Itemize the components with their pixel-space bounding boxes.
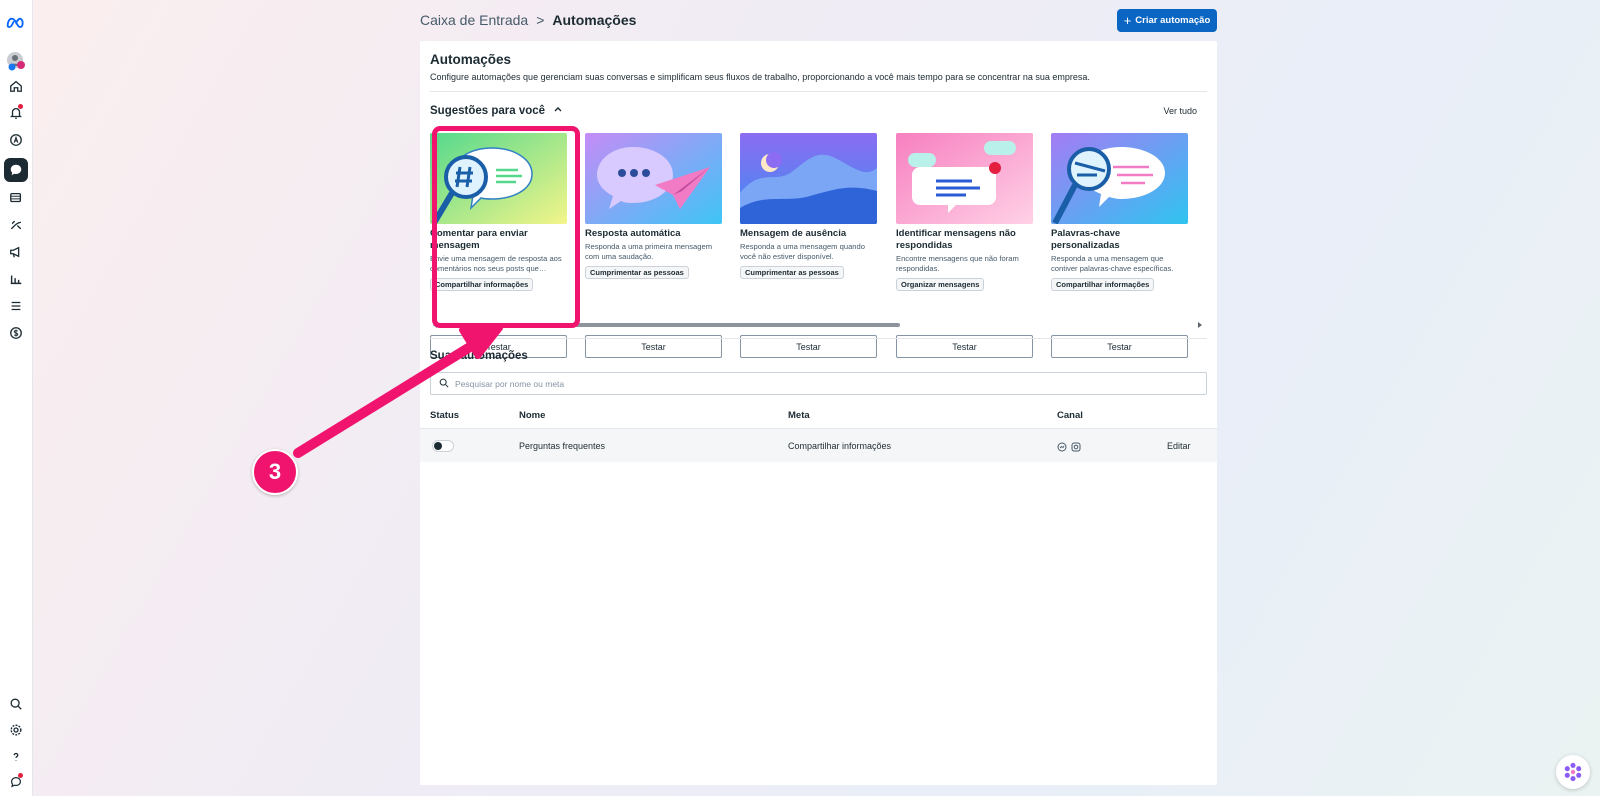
card-tag: Compartilhar informações (1051, 278, 1155, 291)
card-title: Identificar mensagens não respondidas (896, 228, 1016, 251)
divider (430, 91, 1207, 92)
breadcrumb: Caixa de Entrada > Automações (420, 12, 636, 28)
section-description: Configure automações que gerenciam suas … (430, 72, 1090, 82)
suggestions-title: Sugestões para você (430, 104, 546, 117)
create-automation-button[interactable]: + Criar automação (1117, 9, 1217, 32)
plus-icon: + (1123, 12, 1132, 28)
edit-automation-link[interactable]: Editar (1167, 441, 1191, 451)
card-description: Responda a uma mensagem quando você não … (740, 242, 865, 261)
card-description: Encontre mensagens que não foram respond… (896, 254, 1019, 273)
automation-search-field[interactable] (430, 372, 1207, 395)
monetization-icon[interactable] (4, 321, 28, 345)
card-title: Resposta automática (585, 228, 681, 239)
planner-icon[interactable] (4, 213, 28, 237)
content-icon[interactable] (4, 186, 28, 210)
toggle-knob (434, 442, 442, 450)
card-illustration (896, 133, 1033, 224)
megaphone-icon[interactable] (4, 240, 28, 264)
card-illustration (740, 133, 877, 224)
left-navigation-rail (0, 0, 33, 796)
insights-icon[interactable] (4, 267, 28, 291)
column-header-name[interactable]: Nome (519, 410, 545, 421)
search-icon[interactable] (4, 692, 28, 716)
your-automations-title: Suas automações (430, 350, 528, 362)
divider (430, 338, 1207, 339)
suggestion-card-custom-keywords[interactable]: Palavras-chave personalizadas Responda a… (1051, 133, 1188, 358)
card-tag: Cumprimentar as pessoas (740, 266, 844, 279)
breadcrumb-inbox-link[interactable]: Caixa de Entrada (420, 12, 528, 28)
card-tag: Cumprimentar as pessoas (585, 266, 689, 279)
table-row[interactable]: Perguntas frequentes Compartilhar inform… (420, 428, 1217, 462)
feedback-badge (18, 773, 23, 778)
notifications-icon[interactable] (4, 101, 28, 125)
scroll-right-arrow-icon[interactable] (1198, 322, 1202, 328)
ads-icon[interactable] (4, 128, 28, 152)
messenger-icon (1057, 439, 1067, 457)
search-icon (439, 375, 449, 393)
annotation-highlight-box (432, 126, 580, 328)
inbox-icon[interactable] (4, 158, 28, 182)
automation-goal: Compartilhar informações (788, 441, 892, 451)
channel-icons (1057, 439, 1081, 457)
step-number-badge: 3 (252, 449, 298, 495)
suggestion-card-auto-reply[interactable]: Resposta automática Responda a uma prime… (585, 133, 722, 358)
column-header-status: Status (430, 410, 460, 421)
suggestion-card-away-message[interactable]: Mensagem de ausência Responda a uma mens… (740, 133, 877, 358)
meta-logo-icon[interactable] (4, 10, 28, 34)
home-icon[interactable] (4, 74, 28, 98)
column-header-goal[interactable]: Meta (788, 410, 810, 421)
search-input[interactable] (455, 378, 1155, 389)
card-illustration (585, 133, 722, 224)
card-description: Responda a uma mensagem que contiver pal… (1051, 254, 1174, 273)
feedback-icon[interactable] (4, 770, 28, 794)
instagram-icon (1071, 439, 1081, 457)
settings-gear-icon[interactable] (4, 718, 28, 742)
status-toggle[interactable] (432, 440, 454, 452)
section-title: Automações (430, 52, 512, 67)
page-title: Automações (552, 12, 637, 28)
automation-name: Perguntas frequentes (519, 441, 606, 451)
chevron-up-icon[interactable] (553, 104, 563, 117)
suggestions-header[interactable]: Sugestões para você (430, 104, 563, 117)
card-description: Responda a uma primeira mensagem com uma… (585, 242, 713, 261)
help-icon[interactable] (4, 745, 28, 769)
card-tag: Organizar mensagens (896, 278, 985, 291)
card-illustration (1051, 133, 1188, 224)
see-all-link[interactable]: Ver tudo (1163, 106, 1197, 116)
account-avatar[interactable] (4, 49, 28, 73)
column-header-channel: Canal (1057, 410, 1083, 421)
create-automation-label: Criar automação (1135, 15, 1211, 26)
card-title: Palavras-chave personalizadas (1051, 228, 1121, 251)
breadcrumb-separator: > (536, 12, 545, 28)
suggestion-card-unanswered-messages[interactable]: Identificar mensagens não respondidas En… (896, 133, 1033, 358)
assistant-icon[interactable] (1556, 755, 1590, 789)
menu-icon[interactable] (4, 294, 28, 318)
notification-badge (18, 104, 23, 109)
card-title: Mensagem de ausência (740, 228, 847, 239)
